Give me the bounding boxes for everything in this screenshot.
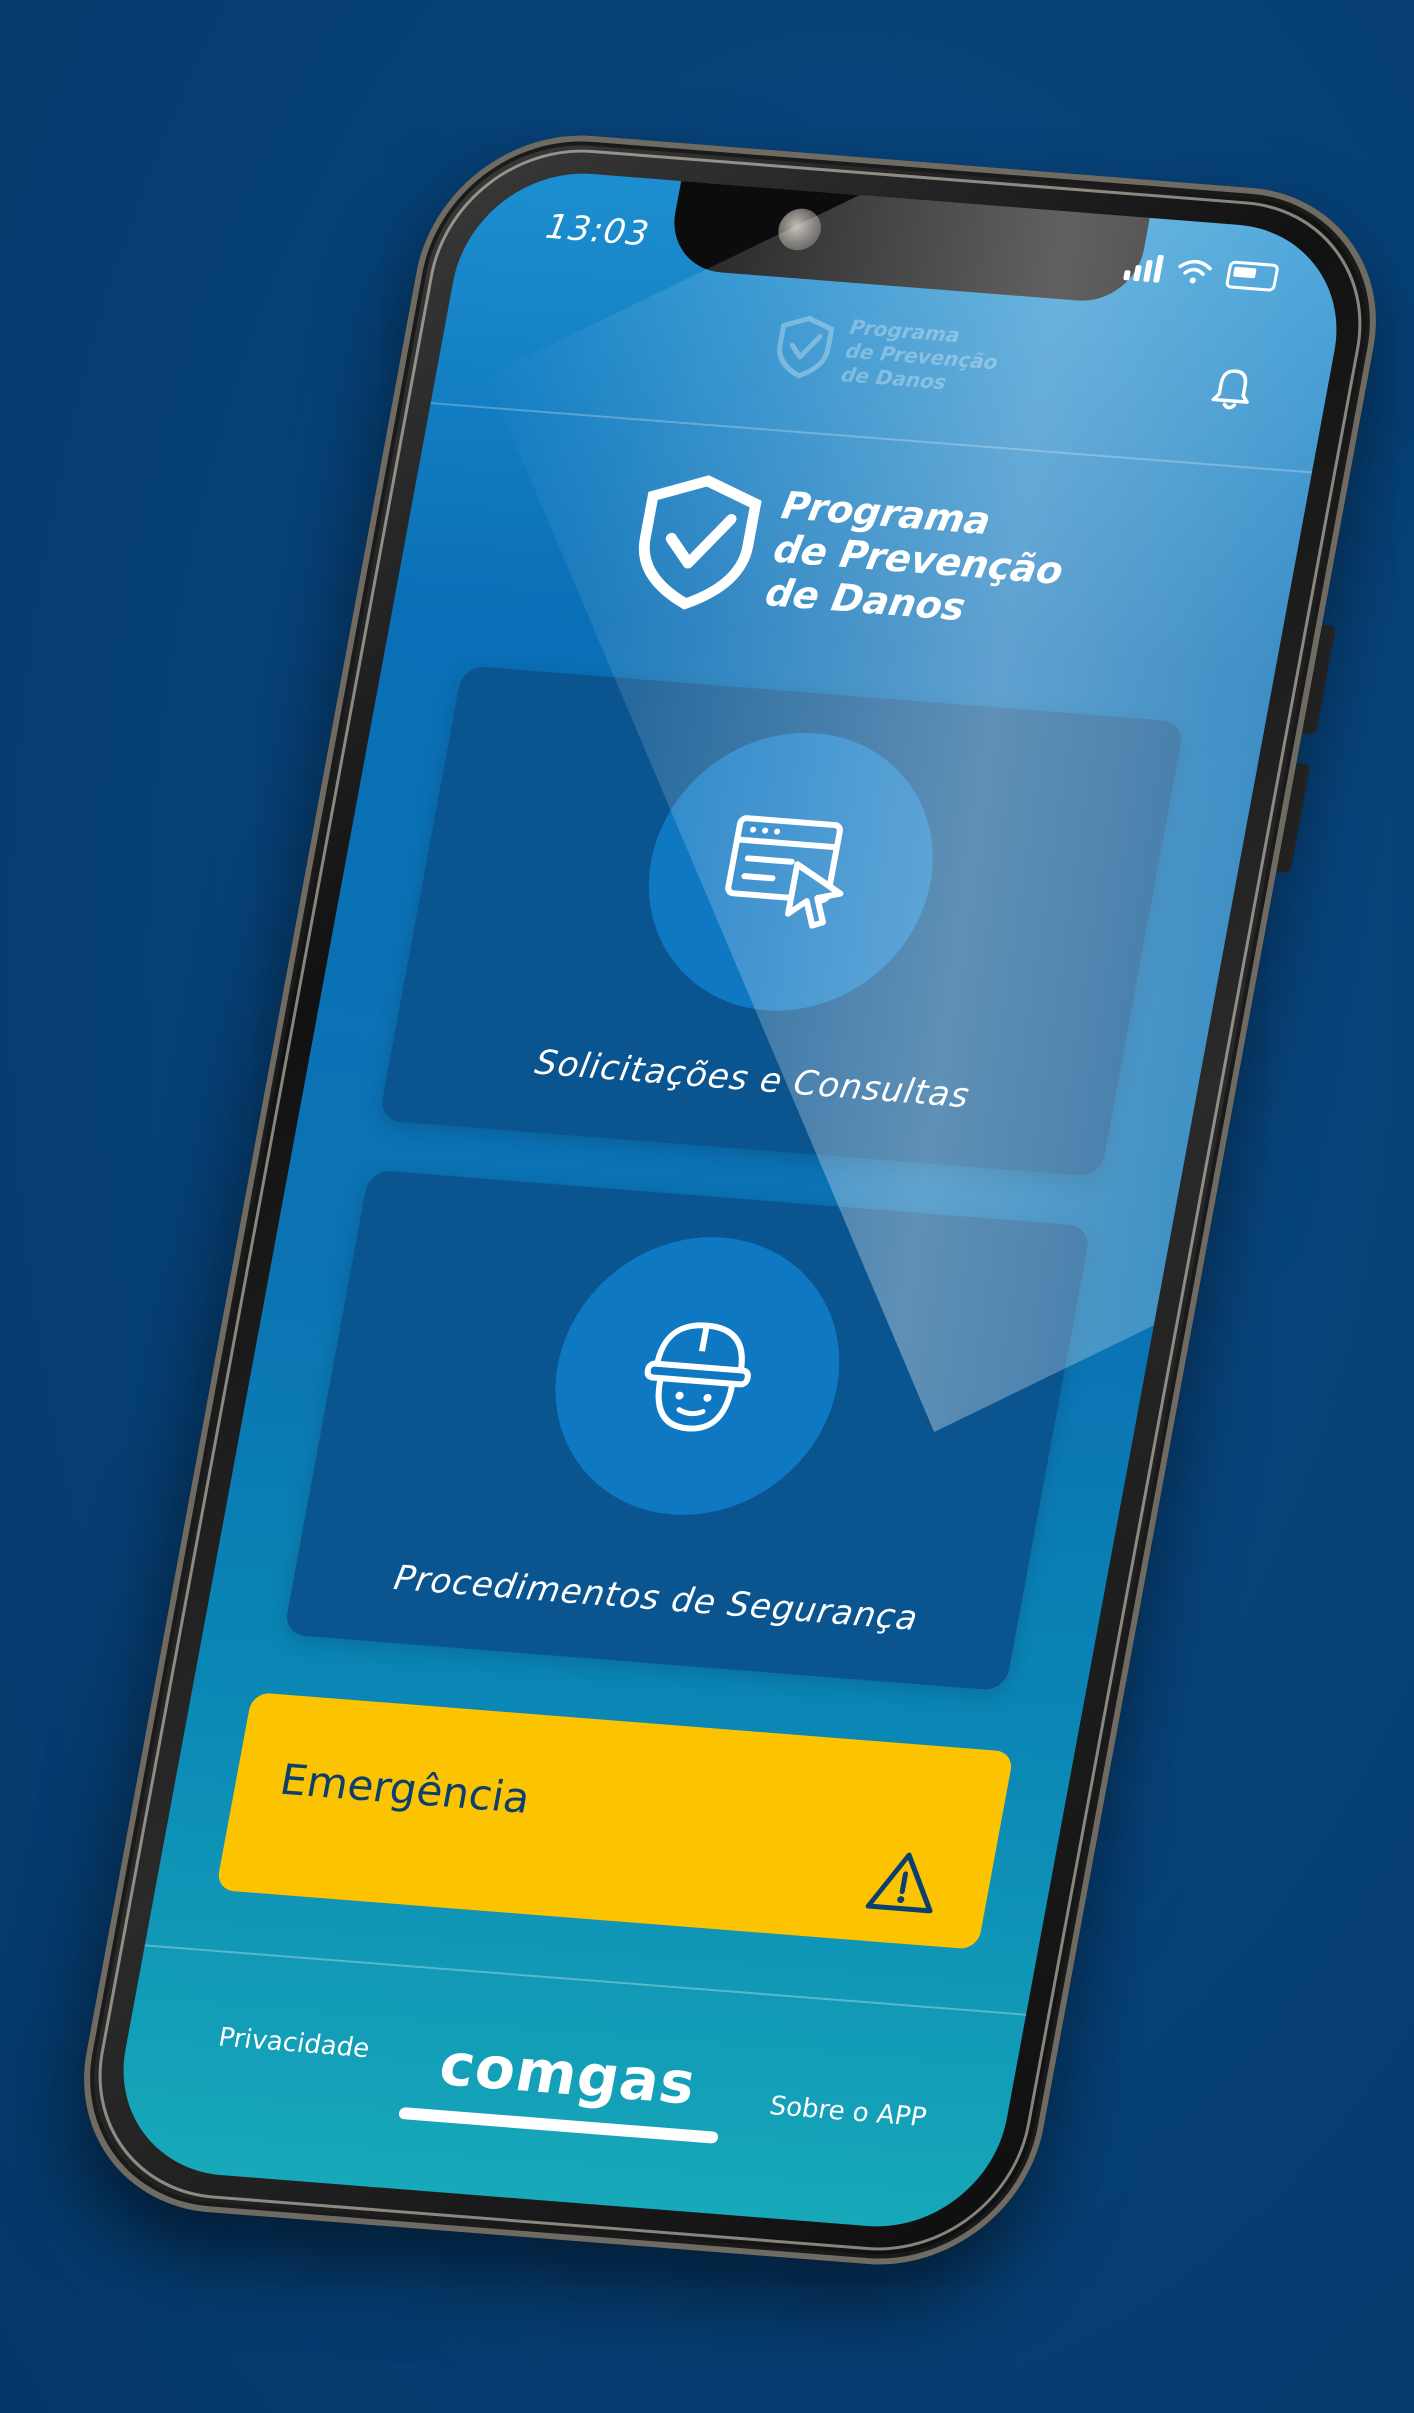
phone-device: 13:03 Programa de Prevenção de Danos Pro…: [59, 124, 1401, 2276]
card-procedimentos-seguranca[interactable]: Procedimentos de Segurança: [283, 1169, 1092, 1692]
program-logo-text: Programa de Prevenção de Danos: [762, 483, 1067, 630]
comgas-logo: comgas: [434, 2030, 702, 2118]
status-icons: [1123, 252, 1280, 292]
card-solicitacoes-consultas[interactable]: Solicitações e Consultas: [378, 665, 1185, 1177]
card-icon-circle: [625, 722, 957, 1022]
emergency-button[interactable]: Emergência: [215, 1692, 1015, 1950]
emergency-label: Emergência: [276, 1754, 534, 1823]
browser-cursor-icon: [725, 815, 844, 929]
card-icon-circle: [532, 1226, 863, 1526]
privacy-link[interactable]: Privacidade: [216, 2023, 372, 2065]
warning-triangle-icon: [865, 1852, 933, 1914]
camera-icon: [774, 207, 825, 252]
header-logo-text: Programa de Prevenção de Danos: [839, 314, 1000, 395]
shield-check-icon: [638, 475, 762, 610]
status-time: 13:03: [542, 206, 653, 255]
wifi-icon: [1178, 259, 1212, 284]
worker-helmet-icon: [644, 1322, 751, 1432]
card-label: Solicitações e Consultas: [531, 1042, 973, 1117]
page-stage: 13:03 Programa de Prevenção de Danos Pro…: [0, 0, 1414, 2413]
signal-icon: [1123, 252, 1165, 283]
app-screen: 13:03 Programa de Prevenção de Danos Pro…: [103, 164, 1357, 2236]
shield-check-icon: [777, 315, 835, 379]
program-logo: Programa de Prevenção de Danos: [624, 469, 1075, 639]
battery-icon: [1224, 260, 1280, 292]
bell-icon[interactable]: [1204, 363, 1261, 414]
app-header: Programa de Prevenção de Danos: [430, 253, 1340, 474]
header-logo: Programa de Prevenção de Danos: [769, 309, 1004, 398]
card-label: Procedimentos de Segurança: [390, 1558, 922, 1639]
about-app-link[interactable]: Sobre o APP: [767, 2091, 929, 2133]
